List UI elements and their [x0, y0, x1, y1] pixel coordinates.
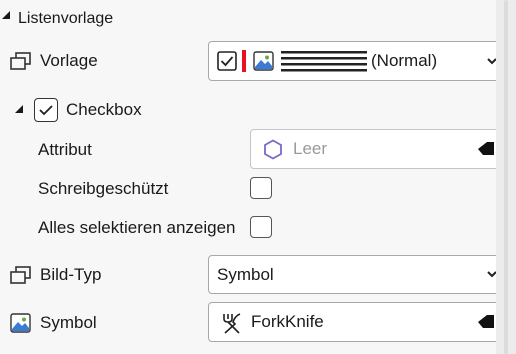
alles-selektieren-label: Alles selektieren anzeigen [38, 218, 236, 237]
expand-triangle-icon[interactable] [15, 105, 23, 113]
image-icon [253, 51, 274, 71]
collapse-triangle-icon[interactable] [2, 11, 10, 19]
bild-typ-dropdown[interactable]: Symbol [208, 255, 505, 294]
image-icon [10, 313, 31, 333]
symbol-value: ForkKnife [251, 312, 324, 331]
checkbox-group-checkbox[interactable] [34, 98, 58, 122]
attribut-field[interactable]: Leer [250, 129, 506, 169]
vorlage-label: Vorlage [40, 51, 98, 70]
attribut-placeholder: Leer [293, 139, 328, 158]
properties-panel: Listenvorlage Vorlage (Normal) Checkbox … [0, 0, 506, 354]
schreibgeschuetzt-checkbox[interactable] [250, 177, 272, 199]
windows-icon [10, 266, 31, 284]
symbol-field[interactable]: ForkKnife [208, 302, 506, 342]
vorlage-value: (Normal) [371, 51, 438, 70]
windows-icon [10, 52, 31, 70]
hexagon-icon [264, 139, 282, 160]
schreibgeschuetzt-label: Schreibgeschützt [38, 179, 169, 198]
checkbox-group-label: Checkbox [66, 100, 142, 119]
checkmark-icon [39, 105, 53, 116]
bild-typ-value: Symbol [217, 265, 274, 284]
vorlage-dropdown[interactable]: (Normal) [208, 41, 505, 81]
lines-preview-icon [281, 51, 367, 72]
checkbox-preview-icon [217, 51, 237, 71]
picker-arrow-icon[interactable] [477, 141, 495, 157]
attribut-label: Attribut [38, 140, 92, 159]
section-title: Listenvorlage [18, 10, 114, 27]
scrollbar-thumb[interactable] [504, 0, 508, 354]
vertical-scrollbar[interactable] [496, 0, 516, 354]
picker-arrow-icon[interactable] [477, 314, 495, 330]
alles-selektieren-checkbox[interactable] [250, 216, 272, 238]
symbol-label: Symbol [40, 313, 97, 332]
bild-typ-label: Bild-Typ [40, 265, 102, 284]
red-bar-icon [242, 50, 246, 72]
fork-knife-icon [223, 313, 241, 334]
